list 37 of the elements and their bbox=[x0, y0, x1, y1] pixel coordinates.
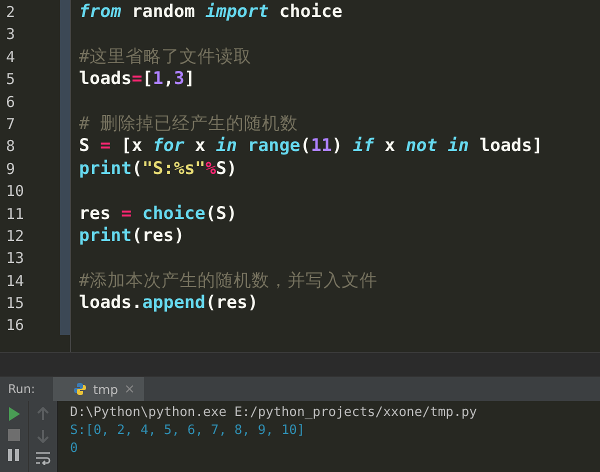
console-output: S:[0, 2, 4, 5, 6, 7, 8, 9, 10] bbox=[70, 422, 305, 440]
code-line: loads.append(res) bbox=[79, 292, 258, 314]
code-line: from random import choice bbox=[79, 1, 342, 24]
line-number: 16 bbox=[5, 315, 24, 336]
run-icon[interactable] bbox=[8, 407, 20, 421]
line-number: 12 bbox=[5, 226, 24, 247]
code-line: res = choice(S) bbox=[79, 202, 238, 225]
line-number: 11 bbox=[5, 204, 24, 225]
line-number: 4 bbox=[5, 46, 16, 68]
line-number: 7 bbox=[5, 114, 16, 135]
line-number: 6 bbox=[5, 92, 16, 113]
code-line: # 删除掉已经产生的随机数 bbox=[79, 112, 298, 136]
console-output: 0 bbox=[70, 440, 78, 458]
down-arrow-icon[interactable] bbox=[37, 429, 49, 443]
code-line: #这里省略了文件读取 bbox=[79, 46, 252, 68]
run-label: Run: bbox=[7, 382, 36, 396]
pause-icon[interactable] bbox=[8, 449, 20, 461]
python-icon bbox=[73, 382, 88, 396]
code-line: print("S:%s"%S) bbox=[79, 158, 238, 180]
close-icon[interactable]: × bbox=[124, 382, 135, 396]
run-tab[interactable]: tmp × bbox=[53, 377, 144, 401]
line-number: 13 bbox=[5, 248, 24, 270]
line-number: 3 bbox=[5, 24, 16, 46]
code-line: #添加本次产生的随机数，并写入文件 bbox=[79, 270, 378, 292]
line-number: 15 bbox=[5, 293, 24, 314]
soft-wrap-icon[interactable] bbox=[35, 451, 51, 465]
line-number: 10 bbox=[5, 181, 24, 202]
line-number: 5 bbox=[5, 69, 16, 90]
command-line: D:\Python\python.exe E:/python_projects/xxone/tmp.py bbox=[70, 404, 477, 422]
line-number: 2 bbox=[5, 2, 16, 23]
code-line: print(res) bbox=[79, 224, 184, 248]
line-number: 14 bbox=[5, 270, 24, 292]
line-number: 8 bbox=[5, 136, 16, 158]
up-arrow-icon[interactable] bbox=[37, 407, 49, 421]
code-line: loads=[1,3] bbox=[79, 68, 195, 91]
code-line: S = [x for x in range(11) if x not in loads] bbox=[79, 135, 543, 158]
line-number: 9 bbox=[5, 158, 16, 180]
